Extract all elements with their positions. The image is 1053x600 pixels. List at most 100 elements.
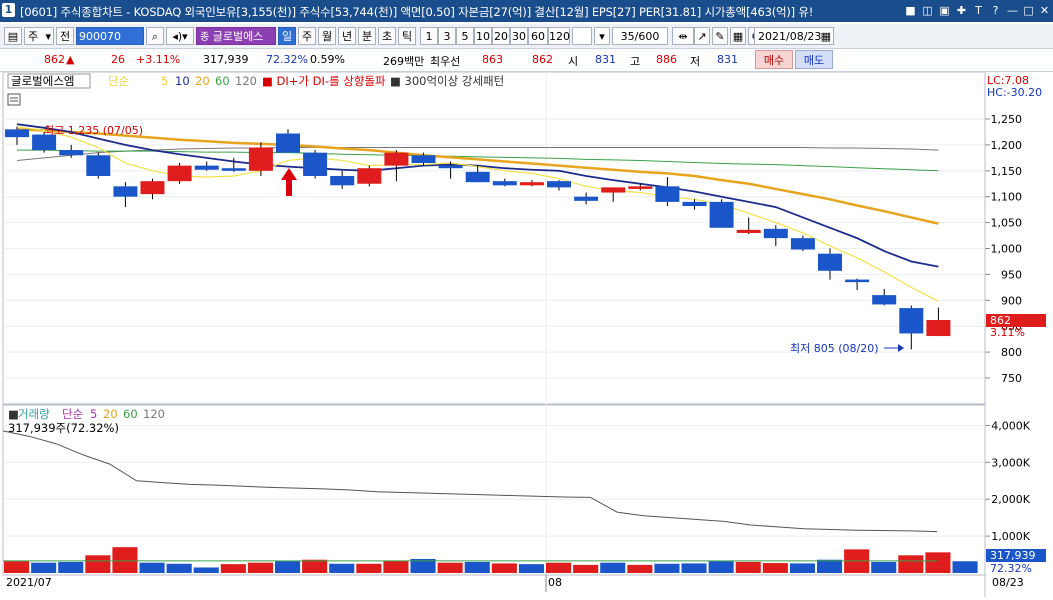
best-price-label: 최우선 (430, 55, 461, 68)
volume-tick-label: 2,000K (991, 493, 1030, 506)
zoom-icon[interactable]: ⇹ (672, 27, 694, 45)
period-minute-button[interactable]: 분 (358, 27, 376, 45)
candle-body (59, 150, 84, 156)
close-button[interactable]: ✕ (1037, 3, 1052, 18)
interval-120-button[interactable]: 120 (548, 27, 570, 45)
volume-legend-ma20: 20 (103, 407, 118, 421)
volume-bar (383, 560, 409, 573)
total-button[interactable]: 전 (56, 27, 74, 45)
candle-body (547, 181, 571, 188)
volume-current-label: 317,939주(72.32%) (8, 421, 119, 435)
price-change: 26 (111, 53, 125, 66)
maximize-button[interactable]: □ (1021, 3, 1036, 18)
sound-icon[interactable]: ◂)▾ (166, 27, 194, 45)
candle-body (628, 186, 653, 189)
toggle-panel-icon[interactable]: ▤ (4, 27, 22, 45)
price-tick-label: 1,150 (991, 165, 1023, 178)
low-label: 저 (690, 55, 701, 68)
candle-body (872, 295, 897, 305)
volume-y-ticks: 4,000K 3,000K 2,000K 1,000K (985, 419, 1031, 543)
volume-bar (546, 562, 572, 573)
candle-body (763, 228, 788, 239)
last-price-tag-pct: 3.11% (990, 326, 1025, 339)
volume-bar (58, 561, 84, 573)
chart-toolbar: ▤ 주 ▾ 전 900070 ⌕ ◂)▾ 종 글로벌에스 일 주 월 년 분 초 … (0, 24, 1053, 49)
volume-bar (166, 563, 192, 573)
ask-price: 862 (532, 53, 553, 66)
data-count-field[interactable]: 35/600 (612, 27, 668, 45)
volume-bar (627, 564, 653, 573)
volume-bar (247, 562, 273, 573)
volume-bar (193, 567, 219, 573)
font-icon[interactable]: T (971, 3, 986, 18)
candle-body (330, 175, 355, 186)
save-icon[interactable]: ▦ (730, 27, 746, 45)
period-day-button[interactable]: 일 (278, 27, 296, 45)
stock-code-input[interactable]: 900070 (76, 27, 144, 45)
legend-signal-di: ■ DI+가 DI-를 상향돌파 (262, 74, 386, 88)
period-week-button[interactable]: 주 (298, 27, 316, 45)
best-price: 863 (482, 53, 503, 66)
help-icon[interactable]: ? (988, 3, 1003, 18)
chart-area[interactable]: 1,2501,2001,1501,1001,0501,0009509008508… (0, 71, 1053, 597)
interval-3-button[interactable]: 3 (438, 27, 456, 45)
sell-button[interactable]: 매도 (795, 50, 833, 69)
legend-ma-label: 단순 (108, 74, 129, 88)
volume-bar (817, 559, 843, 573)
candle-body (140, 181, 165, 195)
chevron-down-icon[interactable]: ▾ (594, 27, 610, 45)
candlestick-chart[interactable]: 1,2501,2001,1501,1001,0501,0009509008508… (0, 71, 1053, 597)
volume-bar (708, 561, 734, 573)
erase-icon[interactable]: ✎ (712, 27, 728, 45)
window-icon[interactable]: ▣ (937, 3, 952, 18)
volume-tick-label: 3,000K (991, 456, 1030, 469)
interval-20-button[interactable]: 20 (492, 27, 510, 45)
volume-legend-ma5: 5 (90, 407, 97, 421)
interval-5-button[interactable]: 5 (456, 27, 474, 45)
quote-bar: 862 ▲ 26 +3.11% 317,939 72.32% 0.59% 269… (0, 49, 1053, 72)
stock-name-field[interactable]: 종 글로벌에스 (196, 27, 276, 45)
period-tick-button[interactable]: 틱 (398, 27, 416, 45)
search-icon[interactable]: ⌕ (146, 27, 164, 45)
pin-icon[interactable]: ✚ (954, 3, 969, 18)
x-label-08: 08 (548, 576, 562, 589)
period-second-button[interactable]: 초 (378, 27, 396, 45)
price-tick-label: 1,000 (991, 243, 1023, 256)
volume-panel[interactable] (2, 404, 986, 576)
price-change-pct: +3.11% (136, 53, 181, 66)
calendar-icon: ▦ (820, 30, 831, 43)
data-count-max: /600 (634, 30, 660, 43)
high-annotation: 최고 1,235 (07/05) (44, 124, 143, 137)
volume-bar (4, 561, 30, 573)
volume-bar (464, 561, 490, 573)
custom-interval-input[interactable] (572, 27, 592, 45)
price-y-ticks: 1,2501,2001,1501,1001,0501,0009509008508… (985, 113, 1022, 385)
legend-stock-name: 글로벌에스엠 (11, 74, 74, 88)
restore-icon[interactable]: ◫ (920, 3, 935, 18)
period-year-button[interactable]: 년 (338, 27, 356, 45)
volume-bar (871, 561, 897, 573)
legend-ma10: 10 (175, 74, 190, 88)
last-volume-tag-value: 317,939 (990, 549, 1036, 562)
chart-tool-icon[interactable]: ↗ (694, 27, 710, 45)
candle-body (86, 155, 111, 176)
minimize-button[interactable]: — (1005, 3, 1020, 18)
lock-icon[interactable]: ■ (903, 3, 918, 18)
interval-1-button[interactable]: 1 (420, 27, 438, 45)
legend-ma20: 20 (195, 74, 210, 88)
date-input[interactable]: 2021/08/23 ▦ (754, 27, 834, 45)
window-title: [0601] 주식종합차트 - KOSDAQ 외국인보유[3,155(천)] 주… (20, 5, 814, 19)
candle-body (519, 182, 544, 186)
period-select[interactable]: 주 ▾ (24, 27, 54, 45)
period-month-button[interactable]: 월 (318, 27, 336, 45)
volume-bar (112, 547, 138, 573)
interval-30-button[interactable]: 30 (510, 27, 528, 45)
volume-bar (762, 563, 788, 573)
calculator-icon[interactable] (7, 93, 21, 106)
window-title-bar: 1 [0601] 주식종합차트 - KOSDAQ 외국인보유[3,155(천)]… (0, 0, 1053, 22)
x-label-2021-07: 2021/07 (6, 576, 52, 589)
hc-label: HC:-30.20 (987, 86, 1042, 99)
interval-60-button[interactable]: 60 (528, 27, 548, 45)
interval-10-button[interactable]: 10 (474, 27, 492, 45)
buy-button[interactable]: 매수 (755, 50, 793, 69)
